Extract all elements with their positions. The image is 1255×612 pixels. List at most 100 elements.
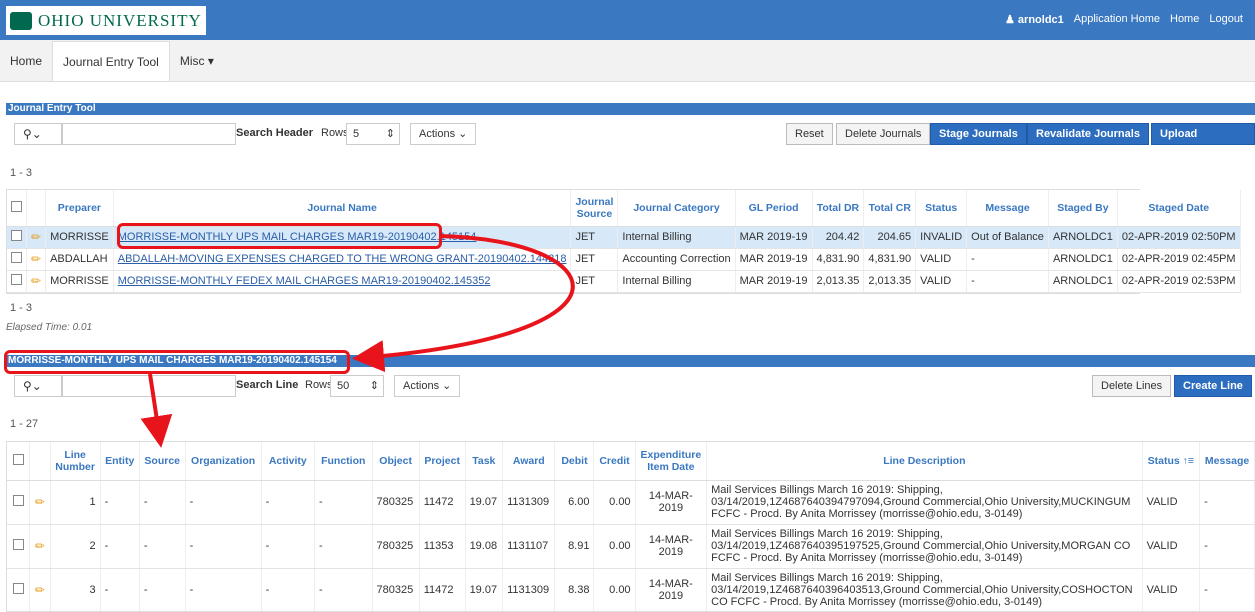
col-gl-period[interactable]: GL Period (735, 190, 813, 227)
col-award[interactable]: Award (502, 442, 556, 481)
elapsed-time: Elapsed Time: 0.01 (6, 322, 93, 333)
select-all-checkbox[interactable] (11, 200, 22, 212)
edit-pencil-icon[interactable]: ✏ (31, 252, 41, 266)
rows-select[interactable]: 5 ⇕ (346, 123, 400, 145)
lines-search-input[interactable] (62, 375, 236, 397)
col-expenditure-item-date[interactable]: Expenditure Item Date (635, 442, 708, 481)
col-journal-name[interactable]: Journal Name (113, 190, 572, 227)
tab-misc[interactable]: Misc ▾ (170, 41, 224, 81)
select-all-header[interactable] (7, 442, 31, 481)
col-status[interactable]: Status ↑≡ (1142, 442, 1201, 481)
line-row[interactable]: ✏ 1 - - - - - 780325 11472 19.07 1131309… (7, 480, 1255, 525)
select-all-checkbox[interactable] (12, 453, 24, 465)
select-all-header[interactable] (7, 190, 27, 227)
row-checkbox[interactable] (12, 539, 24, 550)
university-logo[interactable]: OHIO UNIVERSITY (6, 6, 206, 35)
upload-journals-button[interactable]: Upload Journals (1151, 123, 1255, 160)
col-source[interactable]: Source (139, 442, 186, 481)
edit-pencil-icon[interactable]: ✏ (31, 230, 41, 244)
tab-home[interactable]: Home (0, 41, 52, 81)
row-checkbox[interactable] (12, 583, 24, 594)
actions-menu[interactable]: Actions ⌄ (410, 123, 477, 145)
search-column-button[interactable]: ⚲⌄ (14, 375, 62, 397)
col-preparer[interactable]: Preparer (45, 190, 114, 227)
revalidate-journals-button[interactable]: Revalidate Journals (1027, 123, 1149, 145)
row-checkbox[interactable] (11, 230, 22, 241)
line-number-cell: 1 (50, 480, 101, 525)
stage-journals-button[interactable]: Stage Journals (930, 123, 1027, 145)
col-project[interactable]: Project (419, 442, 466, 481)
col-message[interactable]: Message (1199, 442, 1255, 481)
col-message[interactable]: Message (966, 190, 1049, 227)
col-line-number[interactable]: Line Number (50, 442, 101, 481)
staged-by-cell: ARNOLDC1 (1048, 270, 1118, 293)
tab-journal-entry-tool[interactable]: Journal Entry Tool (52, 41, 170, 81)
col-line-description[interactable]: Line Description (706, 442, 1143, 481)
col-function[interactable]: Function (314, 442, 373, 481)
col-task[interactable]: Task (465, 442, 504, 481)
top-bar: OHIO UNIVERSITY ♟ arnoldc1 Application H… (0, 0, 1255, 40)
col-entity[interactable]: Entity (100, 442, 140, 481)
expenditure-date-cell: 14-MAR-2019 (635, 568, 708, 611)
rows-select[interactable]: 50 ⇕ (330, 375, 384, 397)
status-cell: VALID (1142, 524, 1201, 569)
journal-name-link[interactable]: MORRISSE-MONTHLY UPS MAIL CHARGES MAR19-… (118, 231, 477, 243)
total-dr-cell: 204.42 (812, 226, 865, 249)
reset-button[interactable]: Reset (786, 123, 833, 145)
search-column-button[interactable]: ⚲⌄ (14, 123, 62, 145)
journal-row[interactable]: ✏ ABDALLAH ABDALLAH-MOVING EXPENSES CHAR… (7, 248, 1241, 271)
col-organization[interactable]: Organization (185, 442, 262, 481)
total-dr-cell: 2,013.35 (812, 270, 865, 293)
journal-toolbar: ⚲⌄ Search Header Rows 5 ⇕ Actions ⌄ Reset… (6, 119, 1255, 160)
actions-menu[interactable]: Actions ⌄ (394, 375, 461, 397)
col-staged-by[interactable]: Staged By (1048, 190, 1118, 227)
col-status[interactable]: Status (915, 190, 968, 227)
delete-lines-button[interactable]: Delete Lines (1092, 375, 1172, 397)
line-number-cell: 3 (50, 568, 101, 611)
edit-pencil-icon[interactable]: ✏ (35, 495, 45, 509)
journal-row[interactable]: ✏ MORRISSE MORRISSE-MONTHLY UPS MAIL CHA… (7, 226, 1241, 249)
col-credit[interactable]: Credit (593, 442, 636, 481)
col-total-cr[interactable]: Total CR (863, 190, 917, 227)
journal-name-link[interactable]: ABDALLAH-MOVING EXPENSES CHARGED TO THE … (118, 253, 567, 265)
line-number-cell: 2 (50, 524, 101, 569)
col-journal-source[interactable]: Journal Source (570, 190, 619, 227)
edit-pencil-icon[interactable]: ✏ (35, 583, 45, 597)
project-cell: 11472 (419, 480, 466, 525)
nav-bar: Home Journal Entry Tool Misc ▾ (0, 40, 1255, 82)
staged-by-cell: ARNOLDC1 (1048, 248, 1118, 271)
project-cell: 11353 (419, 524, 466, 569)
col-total-dr[interactable]: Total DR (812, 190, 865, 227)
row-checkbox[interactable] (12, 495, 24, 506)
status-cell: VALID (915, 248, 968, 271)
create-line-button[interactable]: Create Line (1174, 375, 1252, 397)
col-activity[interactable]: Activity (261, 442, 316, 481)
line-row[interactable]: ✏ 3 - - - - - 780325 11472 19.07 1131309… (7, 568, 1255, 611)
row-checkbox[interactable] (11, 274, 22, 285)
col-staged-date[interactable]: Staged Date (1117, 190, 1241, 227)
message-cell: - (966, 248, 1049, 271)
journal-search-input[interactable] (62, 123, 236, 145)
award-cell: 1131309 (502, 480, 556, 525)
application-home-link[interactable]: Application Home (1074, 13, 1160, 26)
col-journal-category[interactable]: Journal Category (617, 190, 736, 227)
line-row[interactable]: ✏ 2 - - - - - 780325 11353 19.08 1131107… (7, 524, 1255, 569)
task-cell: 19.08 (465, 524, 504, 569)
object-cell: 780325 (372, 524, 420, 569)
user-menu[interactable]: ♟ arnoldc1 (1005, 13, 1064, 26)
message-cell: Out of Balance (966, 226, 1049, 249)
row-checkbox[interactable] (11, 252, 22, 263)
col-object[interactable]: Object (372, 442, 420, 481)
col-debit[interactable]: Debit (554, 442, 595, 481)
search-line-button[interactable]: Search Line (236, 379, 298, 391)
logout-link[interactable]: Logout (1209, 13, 1243, 26)
delete-journals-button[interactable]: Delete Journals (836, 123, 931, 145)
search-header-button[interactable]: Search Header (236, 127, 313, 139)
user-icon: ♟ (1004, 14, 1015, 26)
edit-pencil-icon[interactable]: ✏ (31, 274, 41, 288)
journal-name-link[interactable]: MORRISSE-MONTHLY FEDEX MAIL CHARGES MAR1… (118, 275, 491, 287)
journal-count-top: 1 - 3 (10, 167, 33, 179)
home-link[interactable]: Home (1170, 13, 1199, 26)
journal-row[interactable]: ✏ MORRISSE MORRISSE-MONTHLY FEDEX MAIL C… (7, 270, 1241, 293)
edit-pencil-icon[interactable]: ✏ (35, 539, 45, 553)
